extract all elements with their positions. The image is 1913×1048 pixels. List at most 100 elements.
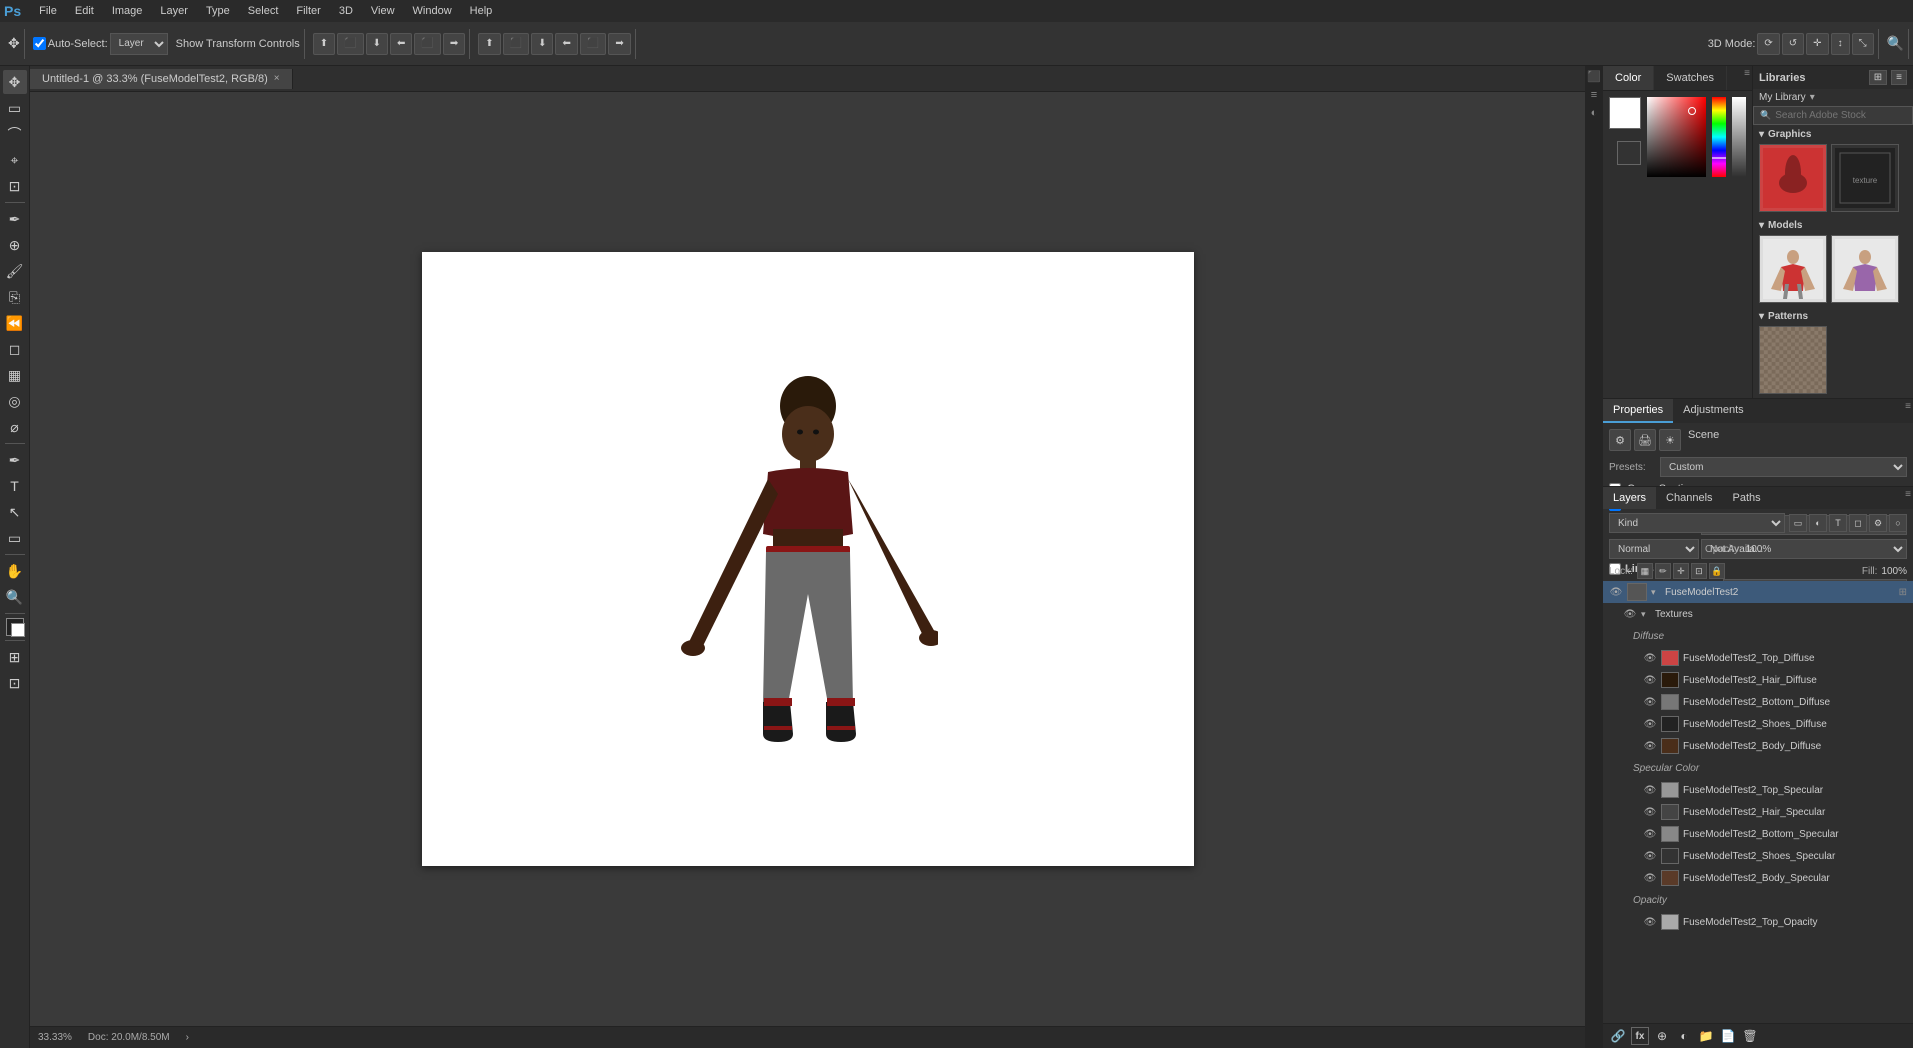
align-right-btn[interactable]: ➡ [443,33,465,55]
menu-view[interactable]: View [363,3,403,19]
lock-position-icon[interactable]: ✛ [1673,563,1689,579]
clone-tool-btn[interactable]: ⎘ [3,285,27,309]
align-top-btn[interactable]: ⬆ [313,33,335,55]
layer-textures[interactable]: 👁 ▾ Textures [1603,603,1913,625]
menu-select[interactable]: Select [240,3,287,19]
layer-fuse-model[interactable]: 👁 ▾ FuseModelTest2 ⊞ [1603,581,1913,603]
wand-tool-btn[interactable]: ⌖ [3,148,27,172]
layer-top-diffuse[interactable]: 👁 FuseModelTest2_Top_Diffuse [1603,647,1913,669]
mask-icon[interactable]: ⊕ [1653,1027,1671,1045]
menu-edit[interactable]: Edit [67,3,102,19]
align-left-btn[interactable]: ⬅ [390,33,412,55]
props-settings-icon[interactable]: ⚙ [1609,429,1631,451]
lock-artboard-icon[interactable]: ⊡ [1691,563,1707,579]
hue-slider[interactable] [1712,97,1726,177]
filter-shape-icon[interactable]: ◻ [1849,514,1867,532]
blend-mode-select[interactable]: Normal [1609,539,1699,559]
layer-hair-diffuse[interactable]: 👁 FuseModelTest2_Hair_Diffuse [1603,669,1913,691]
search-icon[interactable]: 🔍 [1887,35,1904,52]
tab-channels[interactable]: Channels [1656,487,1722,509]
color-gradient[interactable] [1647,97,1706,177]
tab-properties[interactable]: Properties [1603,399,1673,423]
layer-vis-eye[interactable]: 👁 [1609,585,1623,599]
tab-layers[interactable]: Layers [1603,487,1656,509]
filter-toggle[interactable]: ○ [1889,514,1907,532]
align-bottom-btn[interactable]: ⬇ [366,33,388,55]
brush-tool-btn[interactable]: 🖌 [3,259,27,283]
folder-icon[interactable]: 📁 [1697,1027,1715,1045]
3d-orbit-btn[interactable]: ⟳ [1757,33,1779,55]
layer-bottom-diffuse[interactable]: 👁 FuseModelTest2_Bottom_Diffuse [1603,691,1913,713]
layer-vis-eye[interactable]: 👁 [1643,827,1657,841]
layer-hair-specular[interactable]: 👁 FuseModelTest2_Hair_Specular [1603,801,1913,823]
my-library-label[interactable]: My Library [1759,92,1806,103]
move-tool-btn[interactable]: ✥ [3,70,27,94]
layer-shoes-specular[interactable]: 👁 FuseModelTest2_Shoes_Specular [1603,845,1913,867]
tab-adjustments[interactable]: Adjustments [1673,399,1754,423]
lib-more-btn[interactable]: ≡ [1891,70,1907,85]
menu-file[interactable]: File [31,3,65,19]
lock-pixel-icon[interactable]: ▦ [1637,563,1653,579]
dodge-tool-btn[interactable]: ⌀ [3,415,27,439]
expand-icon[interactable]: › [186,1032,189,1043]
path-select-btn[interactable]: ↖ [3,500,27,524]
model-item-2[interactable] [1831,235,1899,303]
doc-tab[interactable]: Untitled-1 @ 33.3% (FuseModelTest2, RGB/… [30,69,293,89]
layer-filter-select[interactable]: Kind [1609,513,1785,533]
dist-mid-btn[interactable]: ⬛ [503,33,529,55]
layer-vis-eye[interactable]: 👁 [1643,805,1657,819]
filter-text-icon[interactable]: T [1829,514,1847,532]
3d-pan-btn[interactable]: ✛ [1806,33,1828,55]
props-env-icon[interactable]: ☀ [1659,429,1681,451]
preset-select[interactable]: Custom [1660,457,1907,477]
3d-scale-btn[interactable]: ⤡ [1852,33,1874,55]
menu-window[interactable]: Window [405,3,460,19]
lasso-tool-btn[interactable]: ⌒ [3,122,27,146]
frame-tool-btn[interactable]: ⊡ [3,671,27,695]
props-print-icon[interactable]: 🖨 [1634,429,1656,451]
layer-vis-eye[interactable]: 👁 [1643,915,1657,929]
layer-body-specular[interactable]: 👁 FuseModelTest2_Body_Specular [1603,867,1913,889]
eraser-tool-btn[interactable]: ◻ [3,337,27,361]
adjust-icon[interactable]: ◐ [1591,107,1598,119]
model-item-1[interactable] [1759,235,1827,303]
auto-select-checkbox[interactable] [33,37,46,50]
menu-type[interactable]: Type [198,3,238,19]
graphic-item-2[interactable]: texture [1831,144,1899,212]
color-picker-group[interactable] [6,618,24,636]
dist-bottom-btn[interactable]: ⬇ [531,33,553,55]
extra-tool-btn[interactable]: ⊞ [3,645,27,669]
layer-vis-eye[interactable]: 👁 [1643,783,1657,797]
layer-top-opacity[interactable]: 👁 FuseModelTest2_Top_Opacity [1603,911,1913,933]
zoom-tool-btn[interactable]: 🔍 [3,585,27,609]
lock-draw-icon[interactable]: ✏ [1655,563,1671,579]
layer-vis-eye[interactable]: 👁 [1643,849,1657,863]
dist-center-btn[interactable]: ⬛ [580,33,606,55]
foreground-color[interactable] [1609,97,1641,129]
library-search-input[interactable] [1775,110,1907,121]
gradient-tool-btn[interactable]: ▦ [3,363,27,387]
3d-slide-btn[interactable]: ↕ [1831,33,1850,55]
3d-cube-icon[interactable]: ⬛ [1587,70,1601,83]
adjustment-icon[interactable]: ◐ [1675,1027,1693,1045]
align-mid-btn[interactable]: ⬛ [337,33,363,55]
layer-top-specular[interactable]: 👁 FuseModelTest2_Top_Specular [1603,779,1913,801]
menu-help[interactable]: Help [462,3,501,19]
text-tool-btn[interactable]: T [3,474,27,498]
dist-top-btn[interactable]: ⬆ [478,33,500,55]
layer-vis-eye[interactable]: 👁 [1643,717,1657,731]
layers-icon[interactable]: ≡ [1591,89,1597,101]
brightness-slider[interactable] [1732,97,1746,177]
dist-left-btn[interactable]: ⬅ [555,33,577,55]
menu-3d[interactable]: 3D [331,3,361,19]
tab-color[interactable]: Color [1603,66,1654,90]
lock-all-icon[interactable]: 🔒 [1709,563,1725,579]
link-icon[interactable]: 🔗 [1609,1027,1627,1045]
filter-pixel-icon[interactable]: ▭ [1789,514,1807,532]
layer-expand-icon[interactable]: ▾ [1651,587,1661,598]
layer-vis-eye[interactable]: 👁 [1643,673,1657,687]
pattern-item-1[interactable] [1759,326,1827,394]
fx-icon[interactable]: fx [1631,1027,1649,1045]
layer-body-diffuse[interactable]: 👁 FuseModelTest2_Body_Diffuse [1603,735,1913,757]
marquee-tool-btn[interactable]: ▭ [3,96,27,120]
